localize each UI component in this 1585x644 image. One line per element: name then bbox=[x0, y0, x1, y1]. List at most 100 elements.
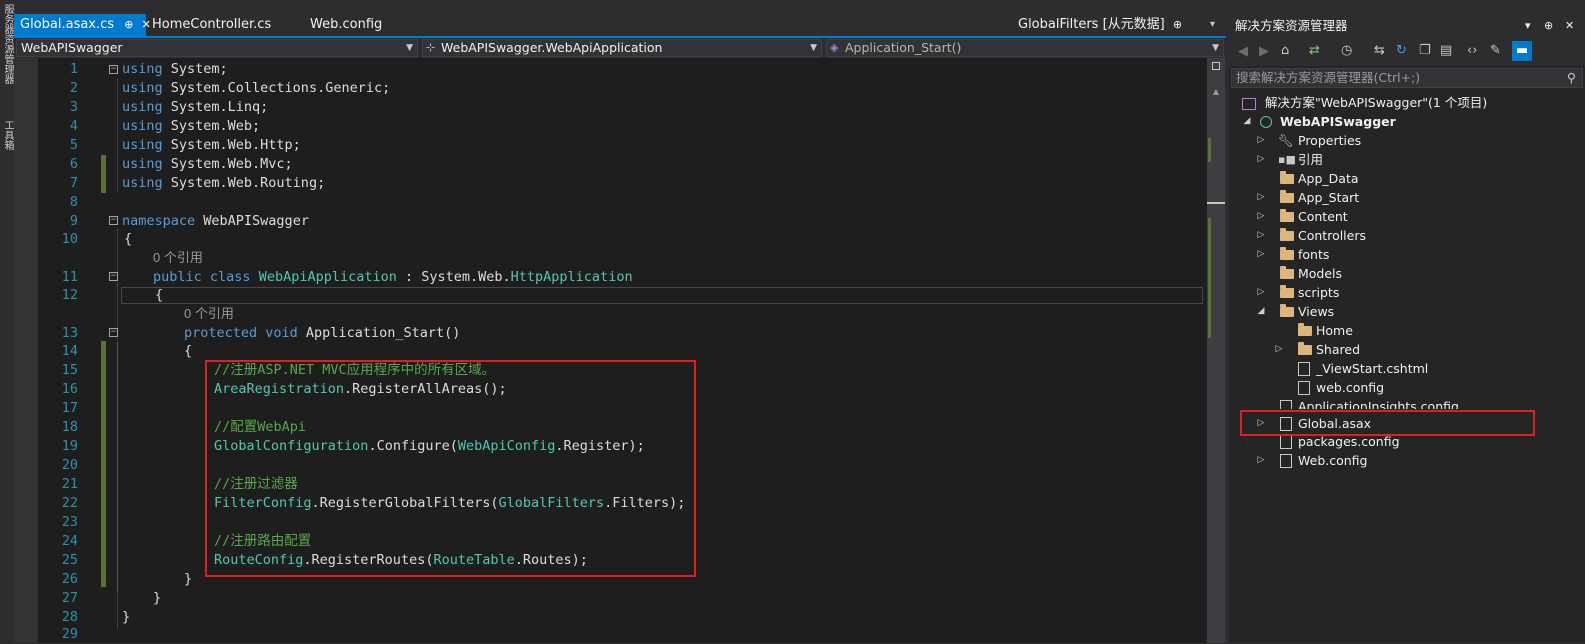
navigation-bar: WebAPISwagger ▼ ⊹ WebAPISwagger.WebApiAp… bbox=[14, 38, 1226, 58]
collapsed-arrow-icon[interactable]: ▷ bbox=[1256, 283, 1266, 302]
scroll-thumb[interactable] bbox=[1207, 202, 1225, 204]
code-text: System.Web.Mvc; bbox=[162, 156, 293, 172]
tree-project-node[interactable]: ◢ WebAPISwagger bbox=[1242, 112, 1396, 131]
history-icon[interactable]: ◷ bbox=[1341, 43, 1352, 58]
solution-explorer-search[interactable]: 搜索解决方案资源管理器(Ctrl+;) ⚲ bbox=[1231, 68, 1583, 88]
tree-item-models[interactable]: Models bbox=[1256, 264, 1342, 283]
split-icon[interactable] bbox=[1212, 62, 1220, 70]
code-line: using System; bbox=[122, 60, 228, 79]
reference-count-hint[interactable]: 0 个引用 bbox=[184, 305, 234, 323]
code-text: System.Web; bbox=[162, 118, 261, 134]
code-text: System.Collections.Generic; bbox=[162, 80, 391, 96]
member-dropdown[interactable]: ◈ Application_Start() ▼ bbox=[826, 39, 1224, 57]
tree-label: Web.config bbox=[1298, 453, 1368, 468]
dropdown-icon[interactable]: ▾ bbox=[1525, 14, 1531, 38]
editor-margin bbox=[14, 58, 38, 643]
tree-item-references[interactable]: ▷ ▪■ 引用 bbox=[1256, 150, 1323, 169]
folder-open-icon bbox=[1280, 304, 1294, 317]
collapsed-arrow-icon[interactable]: ▷ bbox=[1256, 188, 1266, 207]
tree-item-viewstart[interactable]: _ViewStart.cshtml bbox=[1274, 359, 1428, 378]
tree-item-content[interactable]: ▷ Content bbox=[1256, 207, 1348, 226]
collapse-icon[interactable]: − bbox=[109, 328, 118, 337]
tab-global-filters-metadata[interactable]: GlobalFilters [从元数据] ⊕ bbox=[1012, 14, 1188, 36]
tree-item-shared[interactable]: ▷ Shared bbox=[1274, 340, 1360, 359]
tree-item-controllers[interactable]: ▷ Controllers bbox=[1256, 226, 1366, 245]
line-number: 17 bbox=[61, 400, 78, 416]
pin-icon[interactable]: ⊕ bbox=[1544, 14, 1553, 38]
tree-solution-node[interactable]: 解决方案"WebAPISwagger"(1 个项目) bbox=[1242, 93, 1487, 112]
tree-item-properties[interactable]: ▷ 🔧︎ Properties bbox=[1256, 131, 1362, 150]
tab-home-controller[interactable]: HomeController.cs bbox=[146, 14, 277, 36]
tree-label: _ViewStart.cshtml bbox=[1316, 361, 1429, 376]
refresh-icon[interactable]: ↻ bbox=[1396, 43, 1407, 58]
editor-scrollbar[interactable]: ▲ bbox=[1207, 58, 1225, 643]
pin-icon[interactable]: ⊕ bbox=[1173, 18, 1182, 31]
code-highlight-box bbox=[205, 360, 696, 577]
switch-views-icon[interactable]: ⇆ bbox=[1374, 43, 1385, 58]
reference-count-hint[interactable]: 0 个引用 bbox=[153, 249, 203, 267]
member-dropdown-value: Application_Start() bbox=[845, 40, 962, 55]
tree-item-app-start[interactable]: ▷ App_Start bbox=[1256, 188, 1359, 207]
tree-item-views-web-config[interactable]: web.config bbox=[1274, 378, 1384, 397]
collapse-icon[interactable]: − bbox=[109, 216, 118, 225]
tree-item-app-data[interactable]: App_Data bbox=[1256, 169, 1359, 188]
tree-item-app-insights-config[interactable]: ApplicationInsights.config bbox=[1256, 397, 1459, 409]
code-line: using System.Web.Mvc; bbox=[122, 155, 293, 174]
tree-label: 引用 bbox=[1298, 152, 1324, 167]
scroll-up-icon[interactable]: ▲ bbox=[1210, 88, 1222, 96]
toolbox-tab[interactable]: 工具箱 bbox=[1, 120, 13, 150]
sync-icon[interactable]: ⇄ bbox=[1309, 43, 1320, 58]
tree-label: Models bbox=[1298, 266, 1343, 281]
preview-selected-icon[interactable]: ▬ bbox=[1512, 41, 1532, 61]
tree-item-fonts[interactable]: ▷ fonts bbox=[1256, 245, 1329, 264]
expanded-arrow-icon[interactable]: ◢ bbox=[1242, 112, 1252, 131]
back-icon[interactable]: ◀ bbox=[1238, 44, 1248, 59]
line-number: 5 bbox=[69, 137, 78, 153]
collapsed-arrow-icon[interactable]: ▷ bbox=[1256, 226, 1266, 245]
tree-item-home[interactable]: Home bbox=[1274, 321, 1353, 340]
server-explorer-tab[interactable]: 服务器资源管理器 bbox=[1, 4, 13, 84]
collapsed-arrow-icon[interactable]: ▷ bbox=[1256, 207, 1266, 226]
collapsed-arrow-icon[interactable]: ▷ bbox=[1256, 451, 1266, 470]
expanded-arrow-icon[interactable]: ◢ bbox=[1256, 302, 1266, 321]
keyword: using bbox=[122, 137, 163, 153]
collapse-icon[interactable]: − bbox=[109, 65, 118, 74]
view-code-icon[interactable]: ‹› bbox=[1467, 43, 1477, 58]
tab-global-asax-cs[interactable]: Global.asax.cs ⊕ ✕ bbox=[14, 14, 151, 36]
class-dropdown[interactable]: ⊹ WebAPISwagger.WebApiApplication ▼ bbox=[422, 39, 822, 57]
close-icon[interactable]: ✕ bbox=[1565, 14, 1574, 38]
code-text: : System.Web. bbox=[396, 269, 511, 285]
search-icon[interactable]: ⚲ bbox=[1567, 69, 1576, 87]
tree-label: Home bbox=[1316, 323, 1353, 338]
line-number: 22 bbox=[61, 495, 78, 511]
chevron-down-icon: ▼ bbox=[810, 43, 817, 53]
tab-overflow-icon[interactable]: ▾ bbox=[1204, 14, 1221, 36]
collapsed-arrow-icon[interactable]: ▷ bbox=[1256, 245, 1266, 264]
collapsed-arrow-icon[interactable]: ▷ bbox=[1274, 340, 1284, 359]
tab-label: Global.asax.cs bbox=[20, 17, 115, 32]
properties-icon[interactable]: ✎ bbox=[1490, 43, 1501, 58]
tree-item-scripts[interactable]: ▷ scripts bbox=[1256, 283, 1339, 302]
home-icon[interactable]: ⌂ bbox=[1281, 43, 1289, 58]
collapse-icon[interactable]: − bbox=[109, 272, 118, 281]
collapsed-arrow-icon[interactable]: ▷ bbox=[1256, 131, 1266, 150]
razor-file-icon bbox=[1298, 362, 1310, 376]
collapse-all-icon[interactable]: ❐ bbox=[1419, 43, 1431, 58]
folder-icon bbox=[1280, 266, 1294, 279]
tab-label: Web.config bbox=[310, 17, 383, 32]
web-project-icon bbox=[1260, 116, 1272, 128]
show-all-files-icon[interactable]: ▤ bbox=[1440, 43, 1452, 58]
pin-icon[interactable]: ⊕ bbox=[124, 18, 133, 31]
editor-tab-strip: Global.asax.cs ⊕ ✕ HomeController.cs Web… bbox=[14, 14, 1226, 36]
collapsed-arrow-icon[interactable]: ▷ bbox=[1256, 150, 1266, 169]
code-line: using System.Web.Http; bbox=[122, 136, 301, 155]
tree-item-web-config[interactable]: ▷ Web.config bbox=[1256, 451, 1367, 470]
outline-guide bbox=[117, 79, 118, 191]
keyword: using bbox=[122, 118, 163, 134]
project-dropdown[interactable]: WebAPISwagger ▼ bbox=[16, 39, 418, 57]
tree-label: ApplicationInsights.config bbox=[1298, 399, 1459, 409]
folder-icon bbox=[1298, 342, 1312, 355]
tree-item-views[interactable]: ◢ Views bbox=[1256, 302, 1334, 321]
tab-web-config[interactable]: Web.config bbox=[304, 14, 388, 36]
forward-icon[interactable]: ▶ bbox=[1259, 44, 1269, 59]
